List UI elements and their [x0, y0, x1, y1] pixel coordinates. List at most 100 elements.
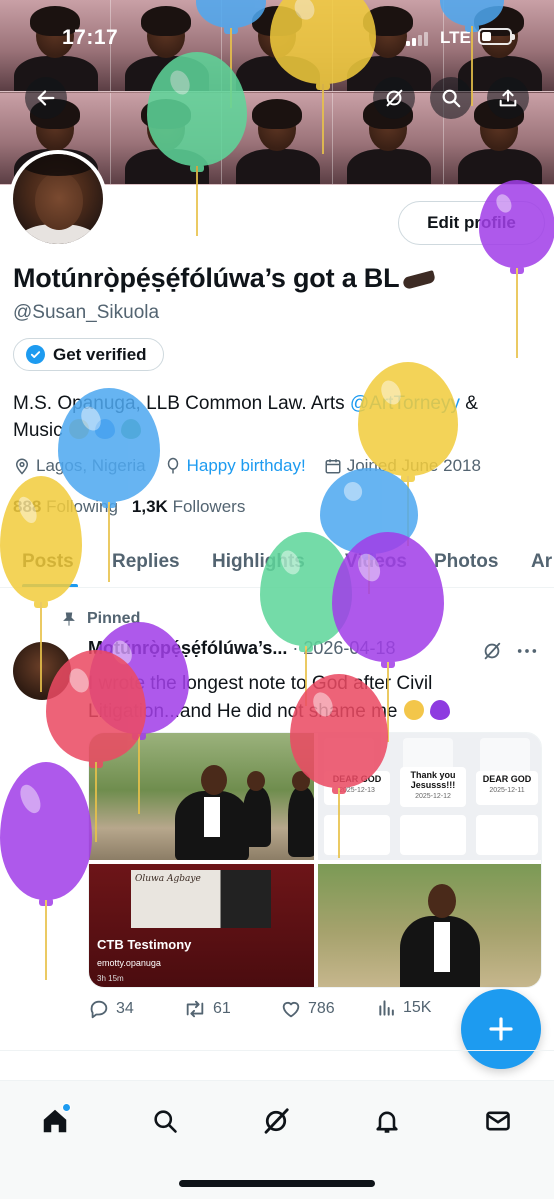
video-time: 3h 15m [97, 974, 124, 983]
status-time: 17:17 [62, 26, 119, 49]
home-indicator [179, 1180, 375, 1187]
post-author-name[interactable]: Motúnrọ̀pẹ́ṣẹ́fólúwa’s... [88, 638, 287, 658]
network-label: LTE [440, 28, 471, 47]
balloon-icon [0, 762, 92, 980]
back-button[interactable] [25, 77, 67, 119]
note-card [400, 815, 466, 855]
followers-label: Followers [172, 497, 246, 516]
birthday[interactable]: Happy birthday! [164, 456, 306, 476]
nav-search[interactable] [143, 1099, 187, 1143]
tab-replies[interactable]: Replies [112, 551, 180, 573]
share-icon [499, 89, 517, 107]
messages-envelope-icon [486, 1111, 510, 1131]
bio-text-2: & [460, 393, 478, 414]
bio-line-2: Music [13, 420, 63, 441]
nav-notifications[interactable] [365, 1099, 409, 1143]
nav-messages[interactable] [476, 1099, 520, 1143]
media-photo-1[interactable] [89, 733, 314, 860]
pinned-text: Pinned [87, 610, 141, 627]
home-notification-dot [62, 1103, 71, 1112]
joined-date: Joined June 2018 [324, 456, 481, 476]
views-icon [379, 1000, 394, 1016]
follow-stats: 888 Following 1,3K Followers [13, 497, 245, 517]
following-link[interactable]: 888 Following [13, 497, 118, 517]
purple-heart-emoji-icon [430, 700, 451, 720]
tab-photos[interactable]: Photos [434, 551, 498, 573]
note-title-3: DEAR GOD [482, 774, 532, 784]
followers-count: 1,3K [131, 497, 168, 516]
search-button[interactable] [430, 77, 472, 119]
search-icon [154, 1110, 177, 1133]
view-count: 15K [403, 999, 432, 1016]
media-photo-2[interactable] [318, 864, 541, 987]
profile-bio: M.S. Opanuga, LLB Common Law. Arts @ArtT… [13, 390, 533, 444]
blue-heart-emoji-icon [95, 419, 116, 439]
post-text-content: I wrote the longest note to God after Ci… [88, 673, 433, 722]
note-card-2: Thank you Jesusss!!! 2025-12-12 [400, 767, 466, 807]
tab-articles[interactable]: Ar [531, 551, 552, 573]
post-date[interactable]: 2026-04-18 [303, 638, 395, 658]
profile-handle: @Susan_Sikuola [13, 302, 160, 323]
post-separator: · [292, 638, 299, 658]
edit-profile-button[interactable]: Edit profile [398, 201, 545, 245]
repost-button[interactable]: 61 [183, 998, 231, 1020]
display-name-text: Motúnrọ̀pẹ́ṣẹ́fólúwa’s got a BL [13, 263, 400, 293]
followers-link[interactable]: 1,3K Followers [132, 497, 245, 517]
note-card [324, 815, 390, 855]
battery-icon [478, 28, 515, 45]
nav-grok[interactable] [254, 1099, 298, 1143]
profile-avatar[interactable] [9, 150, 107, 248]
get-verified-label: Get verified [53, 344, 147, 364]
note-title-1: DEAR GOD [332, 774, 382, 784]
like-icon [282, 1001, 300, 1018]
post-actions: 34 61 786 15K [88, 998, 468, 1026]
location-text: Lagos, Nigeria [36, 456, 146, 475]
tab-posts[interactable]: Posts [22, 551, 74, 573]
compose-plus-icon [489, 1017, 513, 1041]
pleading-face-emoji-icon [68, 419, 89, 439]
bio-text: M.S. Opanuga, LLB Common Law. Arts [13, 393, 350, 414]
birthday-link[interactable]: Happy birthday! [187, 456, 306, 476]
share-button[interactable] [487, 77, 529, 119]
status-bar: 17:17 LTE [0, 24, 554, 52]
banner-photo-tile [222, 93, 333, 185]
media-notes-screenshot[interactable]: DEAR GOD 2025-12-13 Thank you Jesusss!!! 2… [318, 733, 541, 860]
get-verified-button[interactable]: Get verified [13, 338, 164, 371]
emoji-hand-icon [402, 269, 437, 290]
like-button[interactable]: 786 [280, 998, 335, 1020]
note-card-3: DEAR GOD 2025-12-11 [476, 771, 538, 805]
tab-highlights[interactable]: Highlights [212, 551, 305, 573]
grok-post-icon[interactable] [481, 640, 503, 662]
profile-tabs: Posts Replies Highlights Videos Photos A… [0, 540, 554, 588]
media-video-ctb-testimony[interactable]: Oluwa Agbaye CTB Testimony emotty.opanug… [89, 864, 314, 987]
post-author-avatar[interactable] [13, 642, 71, 700]
grok-icon [264, 1108, 289, 1134]
location: Lagos, Nigeria [13, 456, 146, 476]
following-count: 888 [13, 497, 42, 516]
reply-count: 34 [116, 1000, 134, 1017]
note-date-3: 2025-12-11 [489, 787, 525, 794]
note-date-1: 2025-12-13 [339, 787, 375, 794]
more-options-icon[interactable] [516, 643, 538, 659]
post-text: I wrote the longest note to God after Ci… [88, 670, 540, 726]
calendar-icon [325, 459, 341, 474]
compose-button[interactable] [461, 989, 541, 1069]
grok-icon [386, 89, 403, 107]
pin-icon [63, 612, 75, 626]
tab-videos[interactable]: Videos [345, 551, 407, 573]
poster-text: Oluwa Agbaye [135, 874, 201, 884]
grok-button[interactable] [373, 77, 415, 119]
nav-home[interactable] [33, 1099, 77, 1143]
reply-button[interactable]: 34 [88, 998, 134, 1020]
profile-meta: Lagos, Nigeria Happy birthday! Joined Ju… [13, 456, 499, 476]
location-pin-icon [15, 458, 29, 475]
active-tab-indicator [22, 584, 78, 587]
search-icon [442, 89, 461, 108]
bio-mention-link[interactable]: @ArtTorneyy [350, 393, 460, 414]
views-button[interactable]: 15K [377, 998, 431, 1018]
notifications-bell-icon [376, 1111, 398, 1133]
reply-icon [90, 1000, 108, 1019]
banner-photo-tile [111, 93, 222, 185]
following-label: Following [46, 497, 118, 516]
note-title-2: Thank you Jesusss!!! [410, 770, 456, 790]
